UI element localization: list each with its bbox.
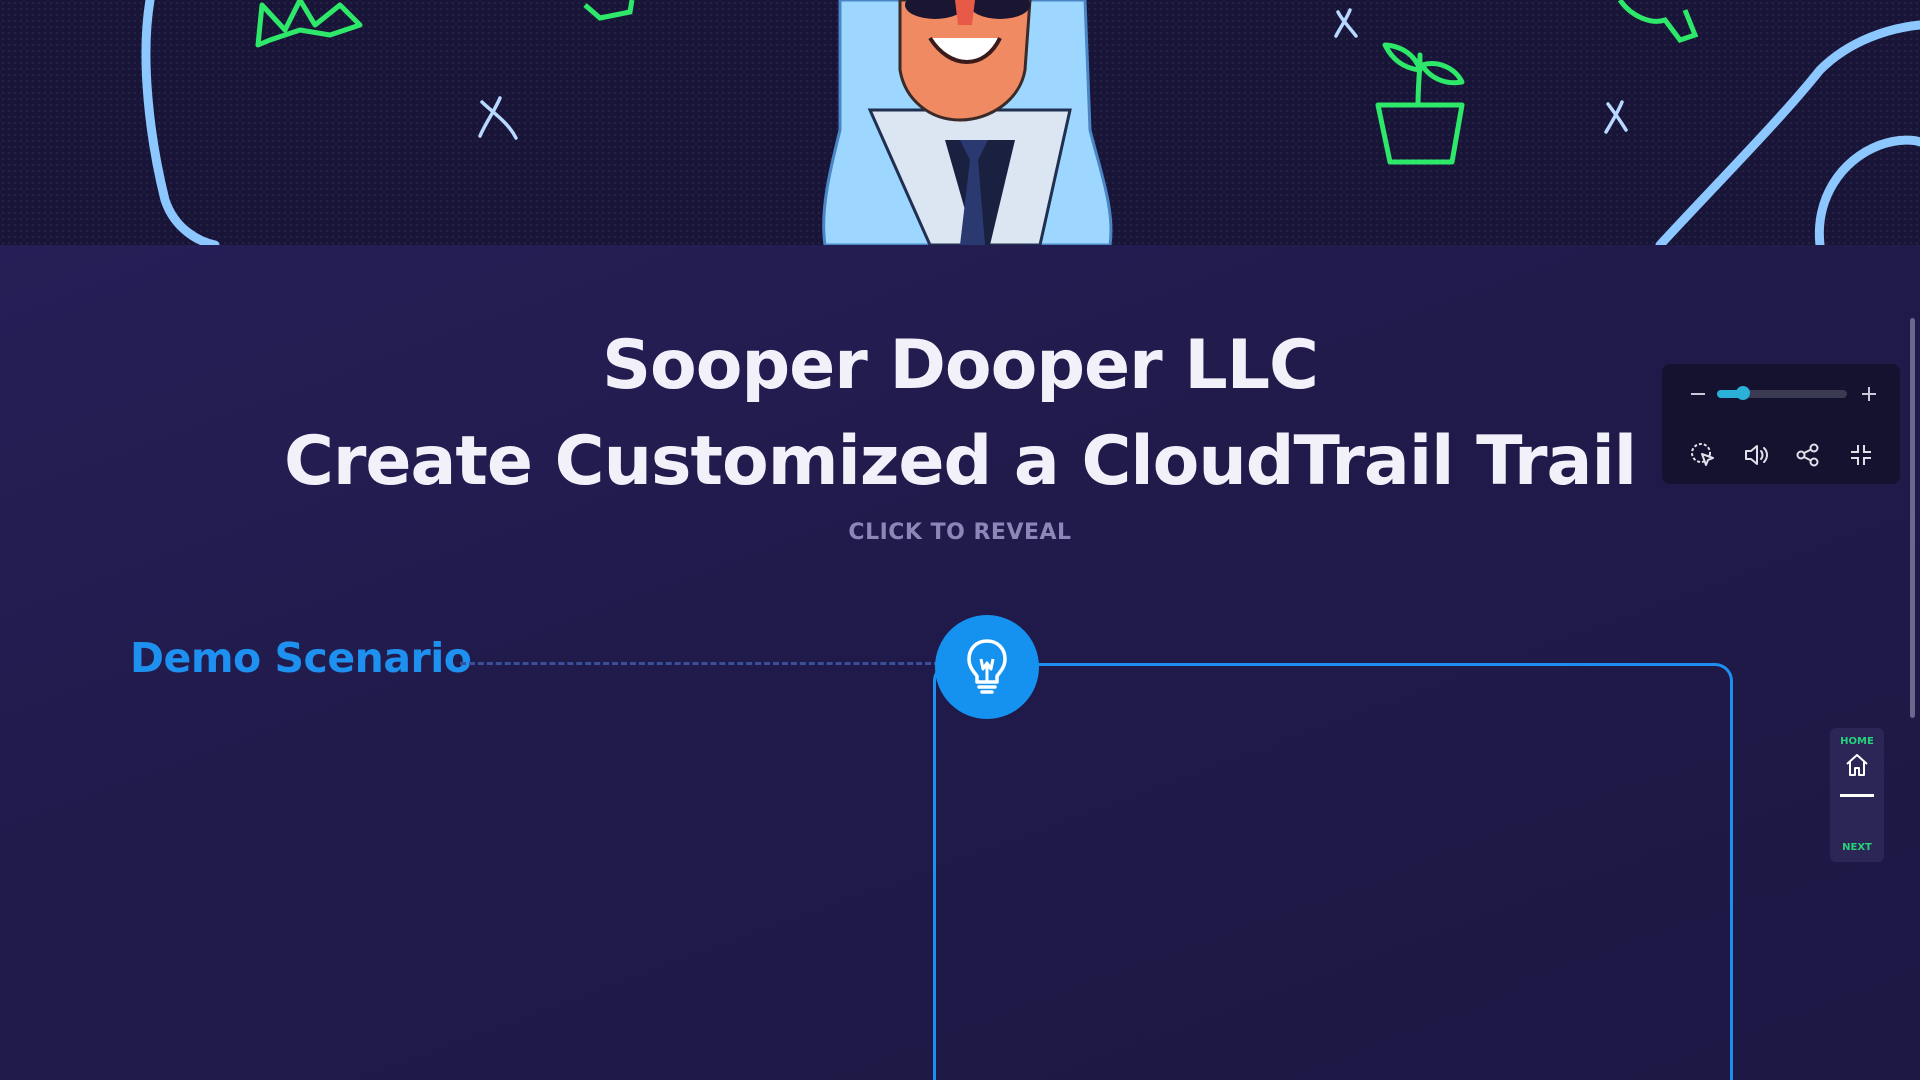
zoom-in-button[interactable] (1854, 379, 1884, 409)
exit-fullscreen-icon (1851, 445, 1871, 465)
click-to-reveal-prompt[interactable]: CLICK TO REVEAL (0, 520, 1920, 545)
home-icon[interactable] (1844, 752, 1870, 778)
scrollbar[interactable] (1910, 318, 1915, 718)
volume-icon (1745, 445, 1768, 465)
volume-button[interactable] (1741, 440, 1771, 470)
zoom-slider-thumb[interactable] (1736, 386, 1750, 400)
select-tool-button[interactable] (1688, 440, 1718, 470)
player-controls-panel (1662, 364, 1900, 484)
nav-home-label[interactable]: HOME (1830, 736, 1884, 747)
company-title: Sooper Dooper LLC (602, 326, 1319, 405)
banner-artwork (141, 0, 1920, 245)
share-button[interactable] (1793, 440, 1823, 470)
reveal-scenario-button[interactable] (935, 615, 1039, 719)
header-illustration (0, 0, 1920, 245)
share-icon (1796, 443, 1819, 467)
page: Sooper Dooper LLC Create Customized a Cl… (0, 0, 1920, 1080)
zoom-out-button[interactable] (1683, 379, 1713, 409)
nav-next-button[interactable]: NEXT (1830, 842, 1884, 853)
zoom-in-icon (1862, 387, 1876, 401)
character-illustration (822, 0, 1113, 245)
slide-navigation: HOME NEXT (1830, 728, 1884, 862)
connector-dashed-line (460, 662, 940, 665)
zoom-out-icon (1691, 393, 1705, 395)
nav-divider (1840, 794, 1874, 797)
exit-fullscreen-button[interactable] (1846, 440, 1876, 470)
zoom-slider[interactable] (1717, 386, 1847, 400)
scenario-content-box (933, 663, 1733, 1080)
lightbulb-icon (967, 639, 1007, 694)
scenario-heading: Demo Scenario (130, 634, 472, 682)
cursor-select-icon (1691, 443, 1714, 466)
page-title: Create Customized a CloudTrail Trail (283, 422, 1637, 501)
